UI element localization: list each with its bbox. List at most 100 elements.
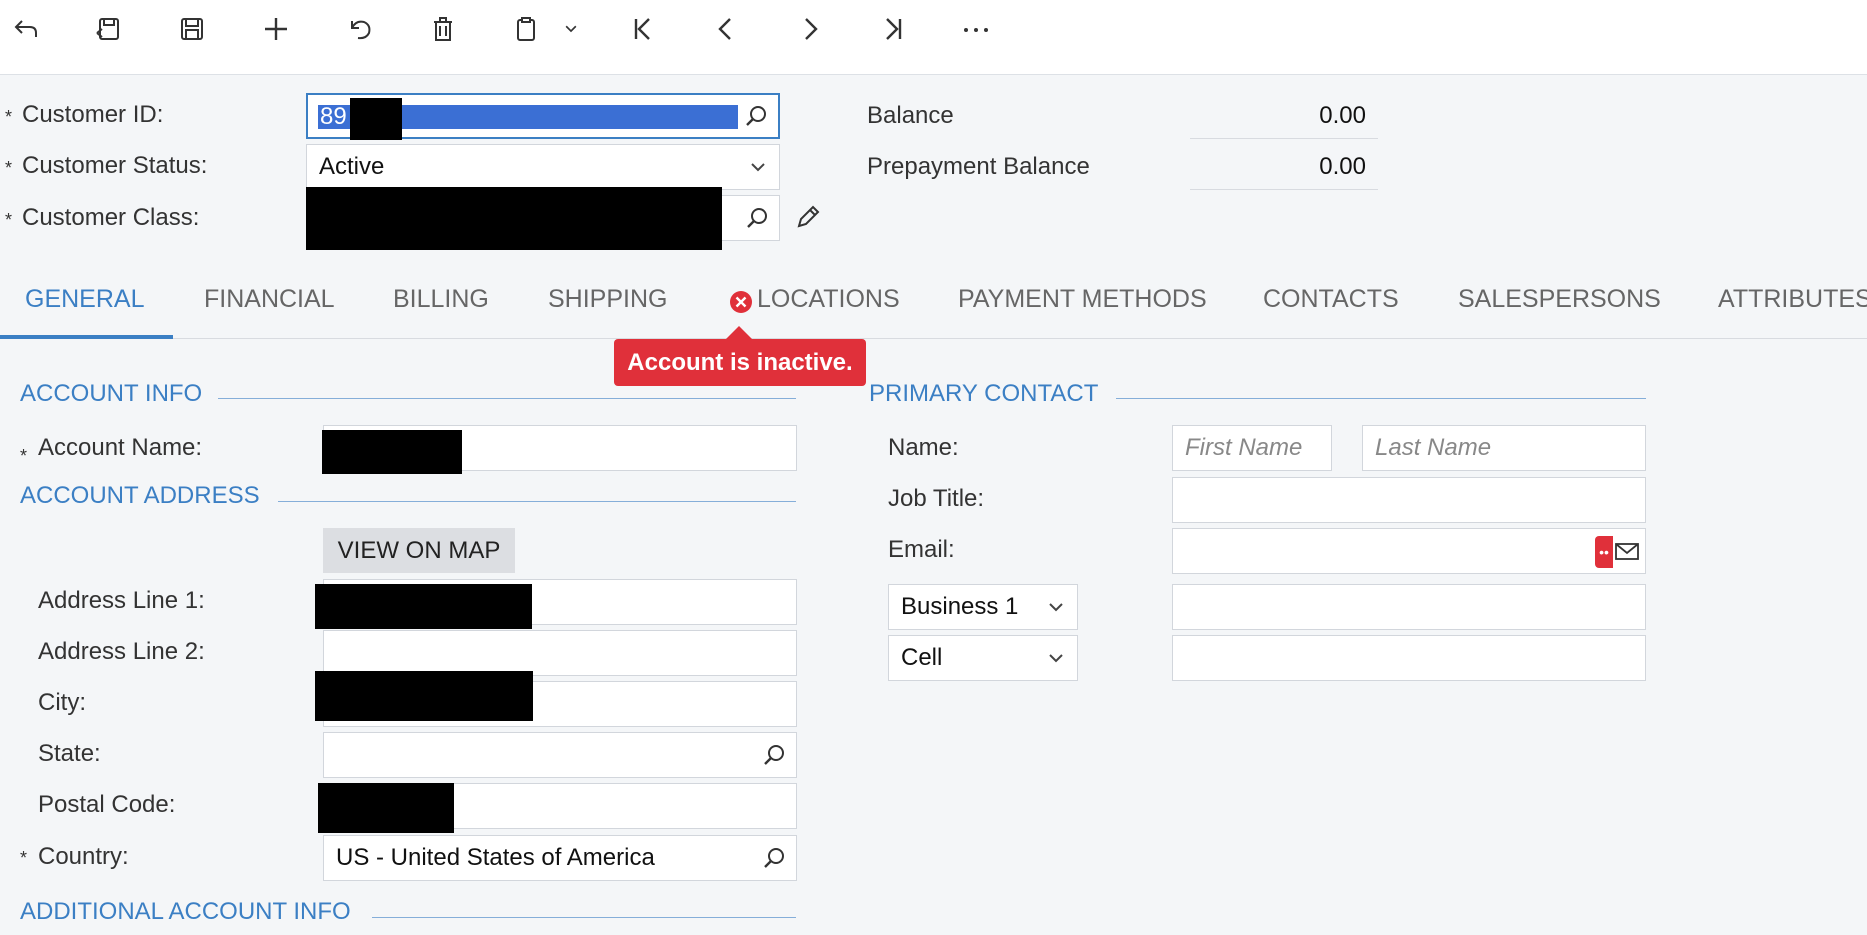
tab-bar-border [0,338,1867,339]
phone-1-type-select[interactable]: Business 1 [888,584,1078,630]
customer-class-label: Customer Class: [22,204,200,231]
job-title-input[interactable] [1172,477,1646,523]
undo-button[interactable] [339,8,381,50]
redaction-box [322,430,462,474]
tab-billing[interactable]: BILLING [393,285,489,314]
search-icon[interactable] [760,741,788,769]
password-manager-icon[interactable]: •• [1595,536,1613,568]
search-icon[interactable] [742,102,770,130]
customer-id-label: Customer ID: [22,101,164,128]
chevron-right-icon [805,18,818,40]
redaction-box [315,671,533,721]
required-marker: * [20,848,28,868]
previous-record-button[interactable] [705,8,747,50]
last-name-input[interactable]: Last Name [1362,425,1646,471]
copy-paste-button[interactable] [505,8,547,50]
required-marker: * [5,107,13,127]
more-icon [964,28,988,32]
next-record-button[interactable] [789,8,831,50]
section-rule [278,501,796,502]
tab-locations[interactable]: LOCATIONS [757,285,900,314]
city-label: City: [38,689,86,716]
customer-id-input[interactable]: 89 [306,93,780,140]
phone-2-type-select[interactable]: Cell [888,635,1078,681]
customer-id-value: 89 [320,103,347,130]
tab-attributes[interactable]: ATTRIBUTES [1718,285,1867,314]
address-line-2-label: Address Line 2: [38,638,205,665]
redaction-box [350,98,402,140]
last-icon [886,18,902,40]
tab-payment-methods[interactable]: PAYMENT METHODS [958,285,1207,314]
clipboard-icon [517,17,535,41]
last-record-button[interactable] [872,8,914,50]
customer-status-select[interactable]: Active [306,144,780,190]
save-and-close-button[interactable] [88,8,130,50]
job-title-label: Job Title: [888,485,985,512]
country-value: US - United States of America [336,844,655,871]
edit-pencil-icon[interactable] [792,201,824,233]
phone-1-input[interactable] [1172,584,1646,630]
undo-icon [351,20,371,40]
phone-2-input[interactable] [1172,635,1646,681]
customer-status-value: Active [319,153,385,180]
view-on-map-button[interactable]: VIEW ON MAP [323,528,515,573]
chevron-down-icon [565,25,577,33]
email-label: Email: [888,536,955,563]
back-button[interactable] [5,8,47,50]
error-icon [730,291,752,313]
tab-financial[interactable]: FINANCIAL [204,285,335,314]
active-tab-indicator [0,335,173,339]
plus-icon [265,18,287,40]
search-icon[interactable] [743,204,771,232]
tab-general[interactable]: GENERAL [25,285,144,314]
save-button[interactable] [171,8,213,50]
first-record-button[interactable] [622,8,664,50]
prepayment-balance-label: Prepayment Balance [867,153,1090,180]
search-icon[interactable] [760,844,788,872]
email-input[interactable]: •• [1172,528,1646,574]
save-icon [181,18,203,40]
tab-contacts[interactable]: CONTACTS [1263,285,1399,314]
add-button[interactable] [255,8,297,50]
view-on-map-label: VIEW ON MAP [337,536,501,564]
chevron-left-icon [718,18,731,40]
copy-paste-dropdown[interactable] [555,8,587,50]
first-name-input[interactable]: First Name [1172,425,1332,471]
error-tooltip: Account is inactive. [614,339,866,386]
section-rule [372,917,796,918]
postal-code-label: Postal Code: [38,791,176,818]
phone-1-type-value: Business 1 [901,593,1019,620]
address-line-2-input[interactable] [323,630,797,676]
first-name-placeholder: First Name [1185,434,1303,461]
tooltip-arrow [725,326,753,340]
chevron-down-icon [1049,603,1063,612]
tab-shipping[interactable]: SHIPPING [548,285,667,314]
state-label: State: [38,740,101,767]
toolbar [0,0,1867,75]
address-line-1-label: Address Line 1: [38,587,205,614]
required-marker: * [5,210,13,230]
divider [1190,189,1378,190]
balance-value: 0.00 [1319,102,1366,129]
envelope-icon[interactable] [1613,537,1641,565]
section-rule [1116,398,1646,399]
account-info-section-title: ACCOUNT INFO [20,380,203,407]
more-actions-button[interactable] [955,8,997,50]
tab-salespersons[interactable]: SALESPERSONS [1458,285,1661,314]
country-label: Country: [38,843,129,870]
divider [1190,138,1378,139]
required-marker: * [5,158,13,178]
country-input[interactable]: US - United States of America [323,835,797,881]
primary-contact-section-title: PRIMARY CONTACT [869,380,1099,407]
contact-name-label: Name: [888,434,959,461]
customer-status-label: Customer Status: [22,152,208,179]
last-name-placeholder: Last Name [1375,434,1492,461]
chevron-down-icon [1049,654,1063,663]
redaction-box [318,783,454,833]
state-input[interactable] [323,732,797,778]
additional-account-info-section-title: ADDITIONAL ACCOUNT INFO [20,898,351,925]
redaction-box [315,584,532,629]
delete-button[interactable] [422,8,464,50]
chevron-down-icon [751,163,765,172]
balance-label: Balance [867,102,954,129]
